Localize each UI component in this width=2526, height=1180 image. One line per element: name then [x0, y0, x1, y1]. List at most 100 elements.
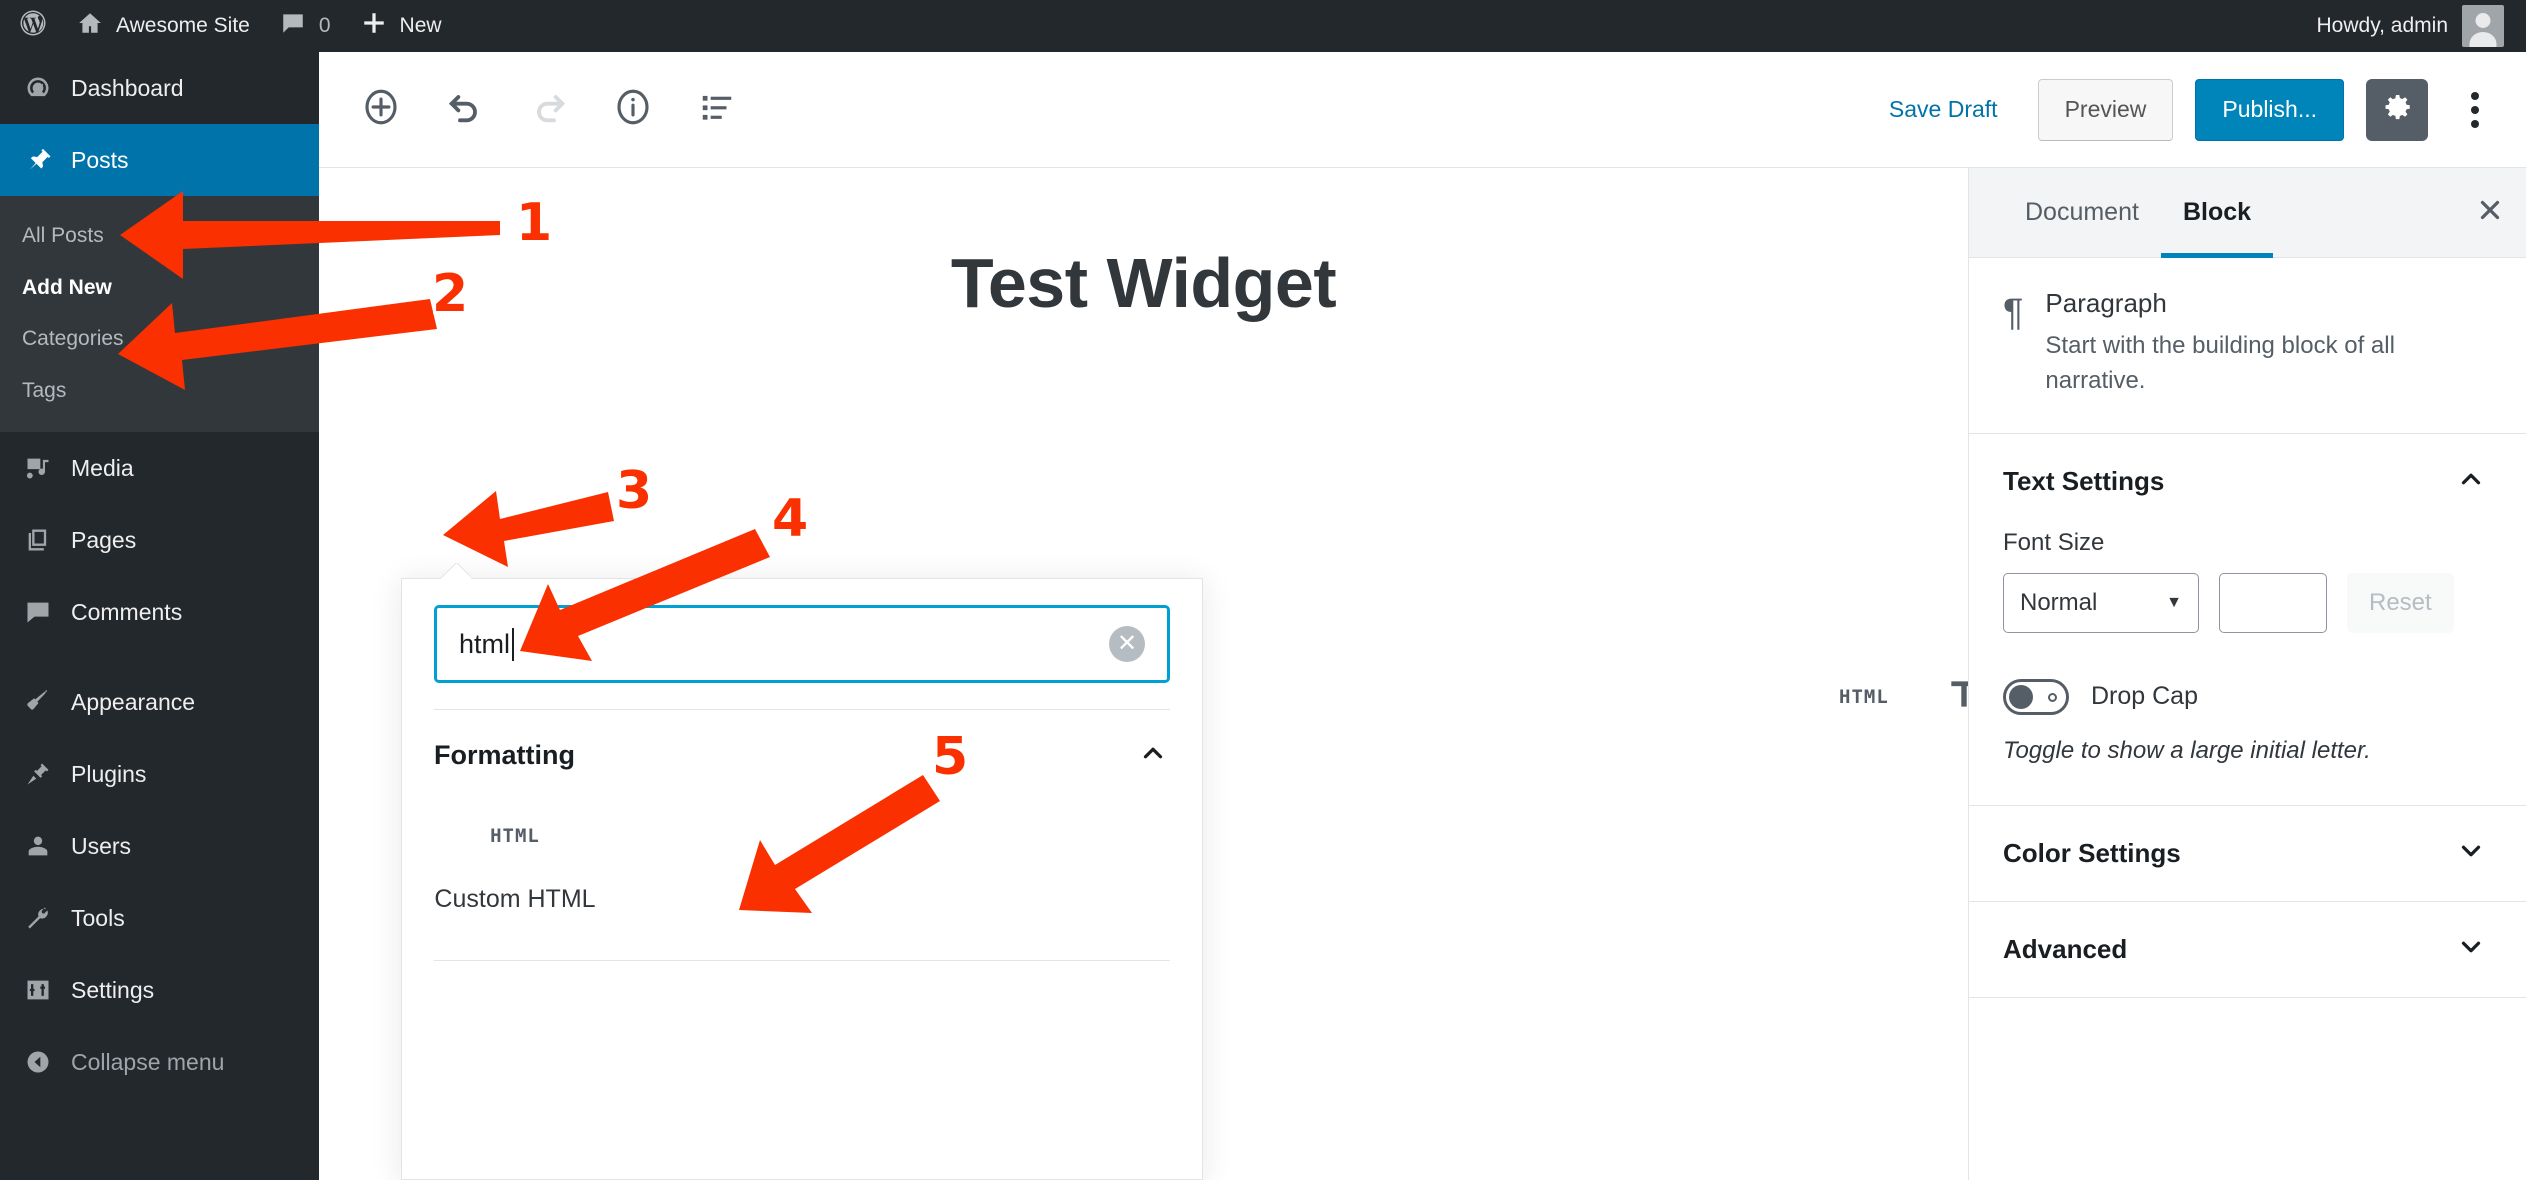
posts-submenu: All Posts Add New Categories Tags	[0, 196, 319, 432]
submenu-item-tags[interactable]: Tags	[0, 365, 319, 417]
sidebar-item-users[interactable]: Users	[0, 810, 319, 882]
list-view-icon	[698, 88, 736, 131]
comments-count: 0	[318, 14, 331, 37]
annotation-number-3: 3	[616, 461, 653, 521]
account-menu[interactable]: Howdy, admin	[2317, 5, 2526, 47]
pages-icon	[22, 526, 54, 554]
inserter-category-header[interactable]: Formatting	[402, 710, 1202, 773]
block-search-value: html	[459, 628, 511, 659]
chevron-up-icon[interactable]	[1138, 738, 1168, 773]
sidebar-item-plugins[interactable]: Plugins	[0, 738, 319, 810]
kebab-menu-icon	[2471, 119, 2479, 128]
publish-button[interactable]: Publish...	[2195, 78, 2344, 141]
html-badge-icon[interactable]: HTML	[1839, 686, 1889, 708]
drop-cap-row: Drop Cap	[2003, 678, 2486, 715]
sidebar-item-label: Users	[71, 832, 132, 859]
font-size-reset-button[interactable]: Reset	[2347, 572, 2454, 633]
comments-menu[interactable]: 0	[265, 0, 346, 52]
close-settings-button[interactable]	[2454, 168, 2526, 257]
chevron-down-icon[interactable]	[2456, 836, 2486, 871]
annotation-number-1: 1	[516, 193, 553, 253]
admin-bar: Awesome Site 0 New Howdy, admin	[0, 0, 2526, 52]
advanced-header[interactable]: Advanced	[1969, 902, 2526, 997]
tab-document[interactable]: Document	[2003, 168, 2161, 257]
block-search-input[interactable]: html ✕	[434, 605, 1170, 683]
text-cursor	[512, 627, 515, 661]
sidebar-item-pages[interactable]: Pages	[0, 504, 319, 576]
site-name-menu[interactable]: Awesome Site	[62, 0, 265, 52]
block-card-text: Paragraph Start with the building block …	[2045, 288, 2486, 399]
inserter-divider-bottom	[434, 960, 1170, 961]
popover-caret	[441, 563, 471, 579]
chevron-down-icon[interactable]	[2456, 932, 2486, 967]
wordpress-logo-button[interactable]	[0, 0, 62, 52]
panel-title: Advanced	[2003, 933, 2128, 964]
text-settings-header[interactable]: Text Settings	[1969, 434, 2526, 529]
sidebar-item-label: Dashboard	[71, 74, 184, 101]
sidebar-item-collapse-menu[interactable]: Collapse menu	[0, 1026, 319, 1098]
list-view-button[interactable]	[689, 82, 745, 138]
submenu-item-label: Tags	[22, 378, 67, 402]
post-title[interactable]: Test Widget	[319, 243, 1968, 323]
color-settings-header[interactable]: Color Settings	[1969, 806, 2526, 901]
more-options-button[interactable]	[2450, 79, 2500, 141]
preview-button[interactable]: Preview	[2037, 78, 2174, 141]
annotation-number-4: 4	[772, 489, 809, 549]
custom-font-size-input[interactable]	[2219, 572, 2327, 633]
kebab-menu-icon	[2471, 91, 2479, 100]
tab-label: Document	[2025, 198, 2139, 226]
sidebar-item-dashboard[interactable]: Dashboard	[0, 52, 319, 124]
new-content-menu[interactable]: New	[346, 0, 457, 52]
html-badge-icon: HTML	[490, 825, 540, 847]
sidebar-item-settings[interactable]: Settings	[0, 954, 319, 1026]
sidebar-item-posts[interactable]: Posts	[0, 124, 319, 196]
editor-toolbar	[319, 82, 745, 138]
save-draft-button[interactable]: Save Draft	[1871, 96, 2016, 123]
add-block-plus-icon	[360, 86, 402, 133]
panel-title: Color Settings	[2003, 837, 2181, 868]
redo-button[interactable]	[521, 82, 577, 138]
content-info-button[interactable]	[605, 82, 661, 138]
settings-toggle-button[interactable]	[2366, 78, 2428, 141]
new-content-label: New	[399, 14, 442, 37]
comment-bubble-icon	[280, 10, 306, 42]
sidebar-item-appearance[interactable]: Appearance	[0, 666, 319, 738]
tab-label: Block	[2182, 198, 2252, 226]
avatar	[2462, 5, 2504, 47]
user-icon	[22, 832, 54, 860]
editor-settings-sidebar: Document Block ¶ Paragraph Start with th…	[1968, 168, 2526, 1180]
submenu-item-categories[interactable]: Categories	[0, 313, 319, 365]
sidebar-item-comments[interactable]: Comments	[0, 576, 319, 648]
submenu-item-label: All Posts	[22, 224, 104, 247]
sidebar-divider	[0, 648, 319, 666]
clear-search-button[interactable]: ✕	[1109, 626, 1145, 662]
submenu-item-label: Categories	[22, 327, 124, 350]
toggle-off-indicator	[2048, 692, 2057, 702]
sidebar-item-media[interactable]: Media	[0, 432, 319, 504]
undo-icon	[445, 87, 485, 132]
add-block-button[interactable]	[353, 82, 409, 138]
paintbrush-icon	[22, 688, 54, 716]
font-size-select[interactable]: Normal ▼	[2003, 572, 2199, 633]
plus-icon	[361, 10, 387, 42]
font-size-value: Normal	[2020, 588, 2098, 616]
submenu-item-all-posts[interactable]: All Posts	[0, 210, 319, 262]
redo-icon	[529, 87, 569, 132]
submenu-item-label: Add New	[22, 275, 112, 299]
chevron-up-icon[interactable]	[2456, 464, 2486, 499]
panel-text-settings: Text Settings Font Size Normal ▼ Reset D…	[1969, 434, 2526, 805]
sidebar-item-tools[interactable]: Tools	[0, 882, 319, 954]
sidebar-item-label: Comments	[71, 598, 183, 625]
annotation-number-5: 5	[932, 727, 969, 787]
drop-cap-help-text: Toggle to show a large initial letter.	[2003, 736, 2371, 764]
close-icon	[2475, 195, 2505, 230]
sidebar-item-label: Media	[71, 454, 134, 481]
inserter-search-wrap: html ✕	[402, 579, 1202, 683]
sidebar-item-label: Tools	[71, 904, 125, 931]
submenu-item-add-new[interactable]: Add New	[0, 262, 319, 314]
drop-cap-toggle[interactable]	[2003, 678, 2069, 715]
tab-block[interactable]: Block	[2160, 168, 2274, 258]
inserter-block-custom-html[interactable]: HTML Custom HTML	[420, 811, 610, 914]
comment-bubble-icon	[22, 598, 54, 626]
undo-button[interactable]	[437, 82, 493, 138]
